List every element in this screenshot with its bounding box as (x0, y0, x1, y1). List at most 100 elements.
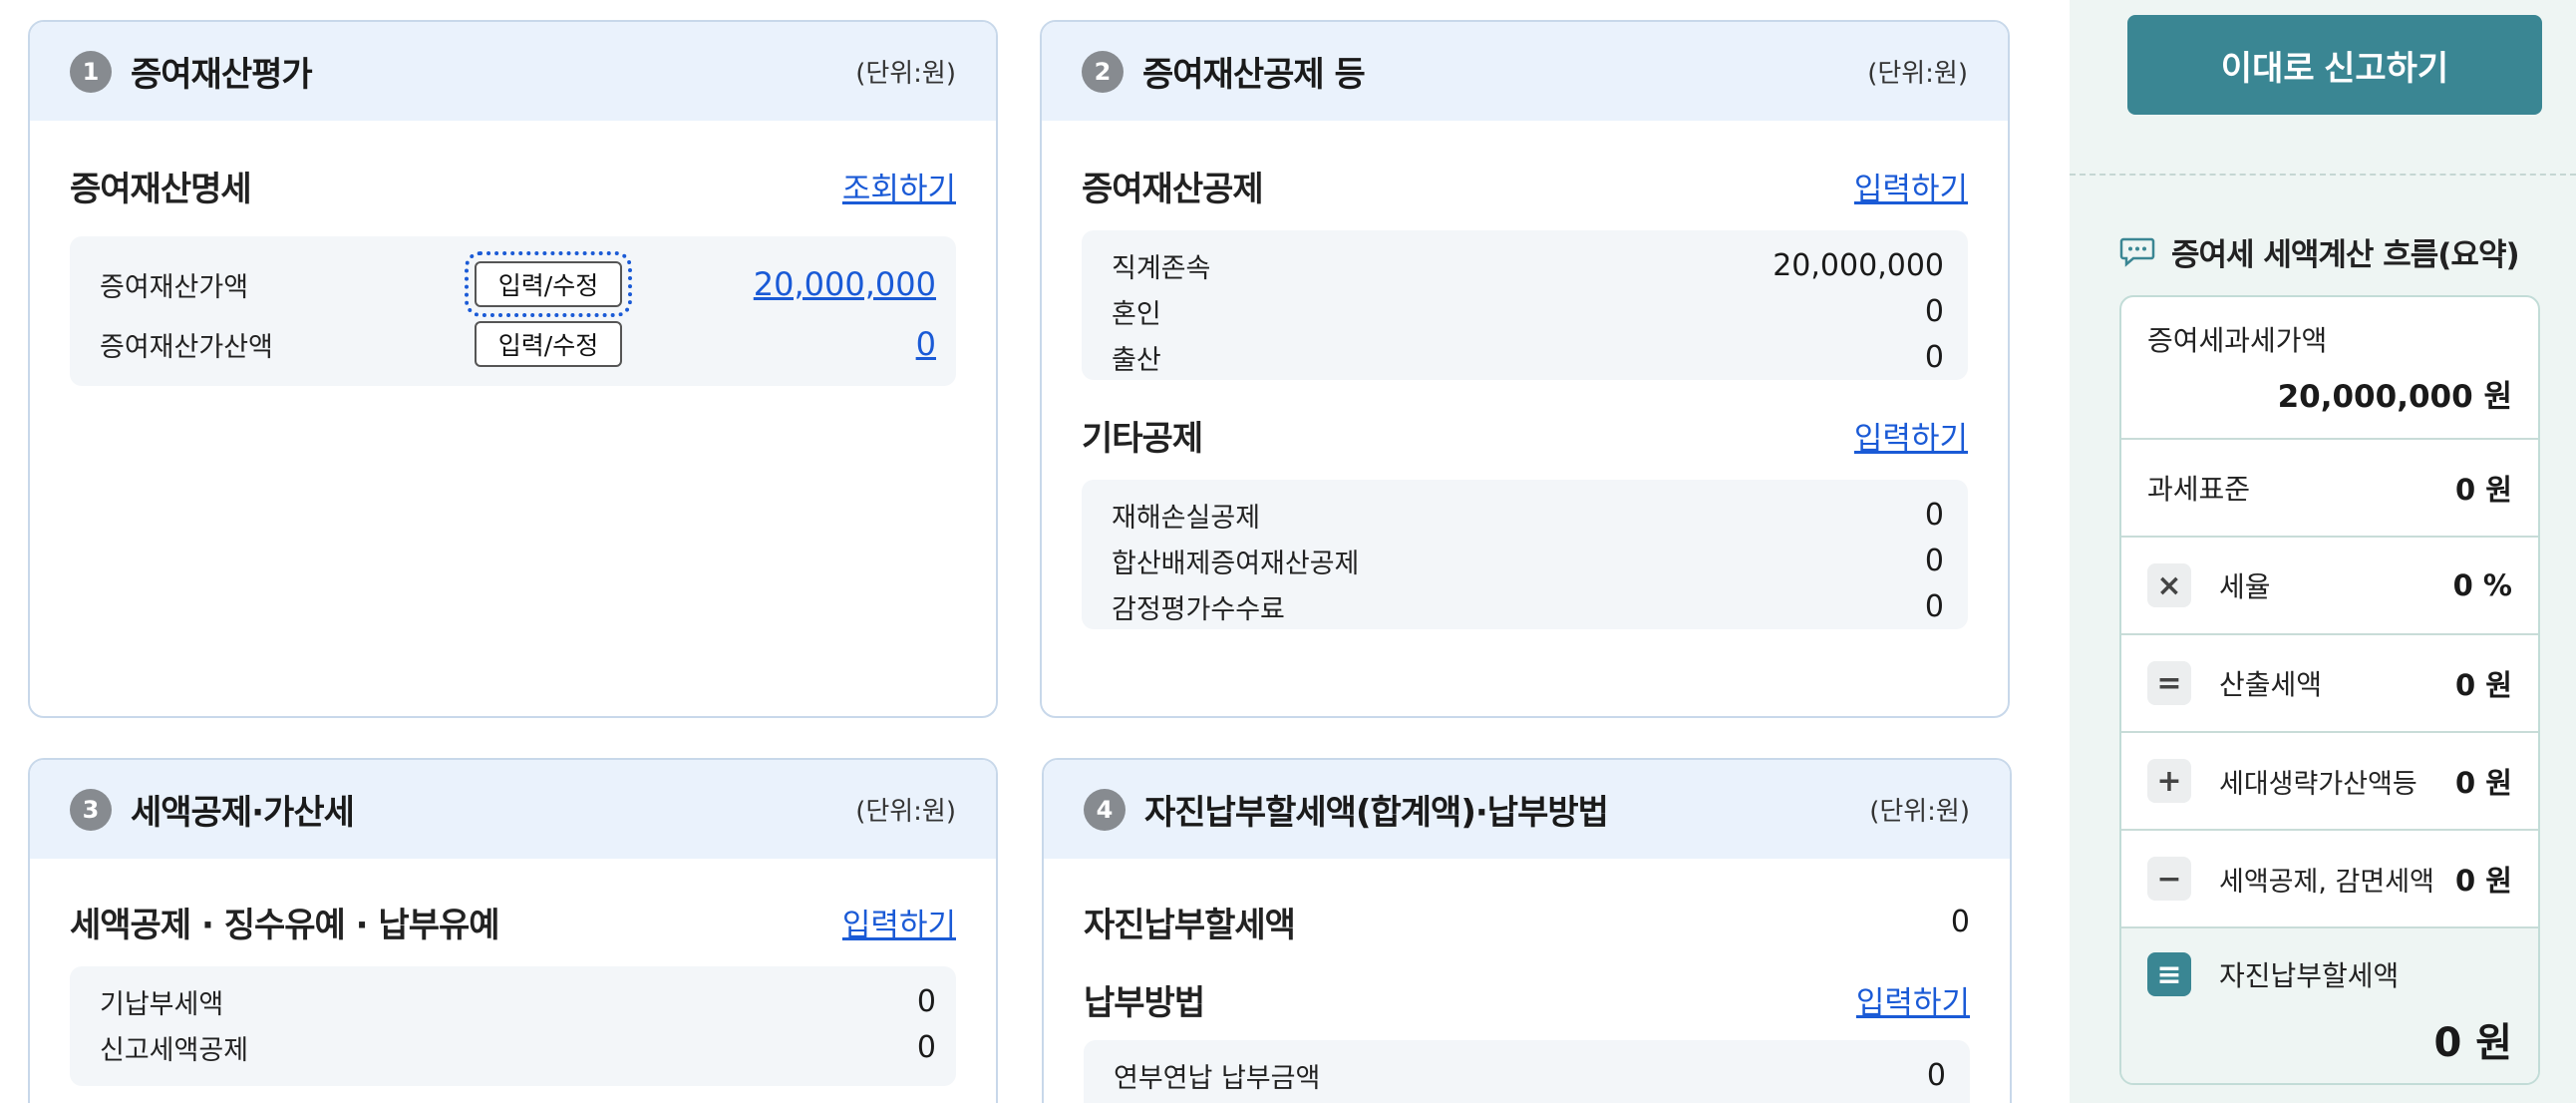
calculated-tax-row: = 산출세액 0 원 (2121, 635, 2538, 733)
summary-panel: 이대로 신고하기 증여세 세액계산 흐름(요약) 증여세과세가액 20,000,… (2070, 0, 2576, 1103)
list-item: 증여재산가액 입력/수정 20,000,000 (100, 251, 936, 317)
submit-report-button[interactable]: 이대로 신고하기 (2127, 15, 2542, 115)
row-label: 출산 (1112, 344, 1161, 376)
row-label: 세액공제, 감면세액 (2219, 866, 2434, 898)
section-header: 증여재산명세 조회하기 (30, 161, 996, 210)
minus-icon: − (2147, 857, 2191, 901)
row-value: 0 (916, 983, 936, 1019)
flow-title-text: 증여세 세액계산 흐름(요약) (2171, 237, 2520, 273)
tax-credit-surcharge-card: 3 세액공제·가산세 (단위:원) 세액공제 · 징수유예 · 납부유예 입력하… (28, 758, 998, 1103)
tax-rate-row: × 세율 0 % (2121, 538, 2538, 635)
card-header: 1 증여재산평가 (단위:원) (30, 22, 996, 121)
row-label: 증여세과세가액 (2147, 324, 2328, 357)
section-title: 증여재산공제 (1082, 169, 1264, 209)
card-title: 증여재산공제 등 (1142, 55, 1366, 95)
final-tax-row: ≡ 자진납부할세액 0 원 (2121, 928, 2538, 1083)
row-label: 기납부세액 (100, 988, 224, 1020)
section-title: 기타공제 (1082, 418, 1203, 459)
gift-property-details-box: 증여재산가액 입력/수정 20,000,000 증여재산가산액 입력/수정 0 (70, 236, 956, 386)
list-item: 연부연납 납부금액 0 (1114, 1052, 1946, 1098)
gift-deduction-card: 2 증여재산공제 등 (단위:원) 증여재산공제 입력하기 직계존속 20,00… (1040, 20, 2010, 718)
input-link[interactable]: 입력하기 (1854, 164, 1968, 208)
section-title: 세액공제 · 징수유예 · 납부유예 (70, 905, 500, 945)
unit-label: (단위:원) (855, 59, 956, 89)
row-value: 0 원 (2455, 668, 2512, 702)
row-label: 재해손실공제 (1112, 502, 1261, 534)
row-label: 신고세액공제 (100, 1034, 249, 1066)
row-value: 0 원 (2455, 766, 2512, 800)
row-label: 과세표준 (2147, 473, 2251, 506)
gift-deduction-box: 직계존속 20,000,000 혼인 0 출산 0 (1082, 230, 1968, 380)
final-tax-value: 0 원 (2433, 1020, 2512, 1066)
section-header: 기타공제 입력하기 (1042, 410, 2008, 460)
list-item: 감정평가수수료 0 (1112, 583, 1944, 629)
credit-reduction-row: − 세액공제, 감면세액 0 원 (2121, 831, 2538, 928)
row-label: 자진납부할세액 (2219, 959, 2400, 992)
unit-label: (단위:원) (1869, 797, 1970, 827)
row-label: 증여재산가액 (100, 271, 249, 303)
row-label: 산출세액 (2219, 668, 2323, 701)
flow-title: 증여세 세액계산 흐름(요약) (2119, 229, 2520, 274)
row-label: 혼인 (1112, 298, 1161, 330)
row-value: 20,000,000 원 (2277, 379, 2512, 415)
edit-button[interactable]: 입력/수정 (475, 321, 622, 367)
tax-flow-summary: 증여세과세가액 20,000,000 원 과세표준 0 원 × 세율 0 % =… (2119, 295, 2540, 1085)
plus-icon: + (2147, 759, 2191, 803)
row-label: 세대생략가산액등 (2219, 768, 2417, 800)
row-value: 0 (916, 1029, 936, 1065)
card-header: 2 증여재산공제 등 (단위:원) (1042, 22, 2008, 121)
multiply-icon: × (2147, 563, 2191, 607)
list-item: 합산배제증여재산공제 0 (1112, 538, 1944, 583)
card-title: 자진납부할세액(합계액)·납부방법 (1144, 793, 1609, 833)
step-number-badge: 4 (1084, 788, 1126, 831)
section-title: 납부방법 (1084, 982, 1205, 1023)
step-number-badge: 2 (1082, 50, 1124, 93)
row-value: 0 (1924, 497, 1944, 533)
generation-skip-row: + 세대생략가산액등 0 원 (2121, 733, 2538, 831)
row-value: 0 (1924, 293, 1944, 329)
row-value: 0 (1924, 339, 1944, 375)
tax-credit-box: 기납부세액 0 신고세액공제 0 (70, 966, 956, 1086)
input-link[interactable]: 입력하기 (1856, 977, 1970, 1022)
list-item: 혼인 0 (1112, 288, 1944, 334)
other-deduction-box: 재해손실공제 0 합산배제증여재산공제 0 감정평가수수료 0 (1082, 480, 1968, 629)
row-label: 직계존속 (1112, 252, 1211, 284)
card-header: 3 세액공제·가산세 (단위:원) (30, 760, 996, 859)
payment-method-box: 연부연납 납부금액 0 (1084, 1040, 1970, 1103)
row-label: 증여재산가산액 (100, 331, 273, 363)
input-link[interactable]: 입력하기 (842, 900, 956, 944)
row-label: 연부연납 납부금액 (1114, 1062, 1321, 1094)
total-equals-icon: ≡ (2147, 952, 2191, 996)
edit-button[interactable]: 입력/수정 (465, 251, 632, 317)
row-label: 합산배제증여재산공제 (1112, 548, 1360, 579)
list-item: 출산 0 (1112, 334, 1944, 380)
step-number-badge: 1 (70, 50, 112, 93)
divider (2070, 174, 2576, 176)
speech-bubble-icon (2119, 236, 2155, 268)
inquire-link[interactable]: 조회하기 (842, 164, 956, 208)
section-header: 증여재산공제 입력하기 (1042, 161, 2008, 210)
self-payment-card: 4 자진납부할세액(합계액)·납부방법 (단위:원) 자진납부할세액 0 납부방… (1042, 758, 2012, 1103)
value-link[interactable]: 0 (916, 325, 936, 363)
list-item: 재해손실공제 0 (1112, 492, 1944, 538)
input-link[interactable]: 입력하기 (1854, 413, 1968, 458)
section-title: 자진납부할세액 (1084, 905, 1296, 945)
row-value: 0 % (2452, 568, 2512, 602)
value-link[interactable]: 20,000,000 (754, 265, 936, 303)
card-header: 4 자진납부할세액(합계액)·납부방법 (단위:원) (1044, 760, 2010, 859)
list-item: 직계존속 20,000,000 (1112, 242, 1944, 288)
list-item: 신고세액공제 0 (100, 1024, 936, 1070)
row-value: 0 원 (2455, 864, 2512, 898)
section-title: 증여재산명세 (70, 169, 252, 209)
row-value: 0 원 (2455, 473, 2512, 507)
self-payment-row: 자진납부할세액 0 (1044, 897, 2010, 946)
section-header: 세액공제 · 징수유예 · 납부유예 입력하기 (30, 897, 996, 946)
equals-icon: = (2147, 661, 2191, 705)
row-value: 20,000,000 (1772, 247, 1944, 283)
unit-label: (단위:원) (855, 797, 956, 827)
row-label: 감정평가수수료 (1112, 593, 1285, 625)
row-value: 0 (1926, 1057, 1946, 1093)
gift-property-valuation-card: 1 증여재산평가 (단위:원) 증여재산명세 조회하기 증여재산가액 입력/수정… (28, 20, 998, 718)
tax-base-row: 과세표준 0 원 (2121, 440, 2538, 538)
card-title: 증여재산평가 (131, 55, 313, 95)
